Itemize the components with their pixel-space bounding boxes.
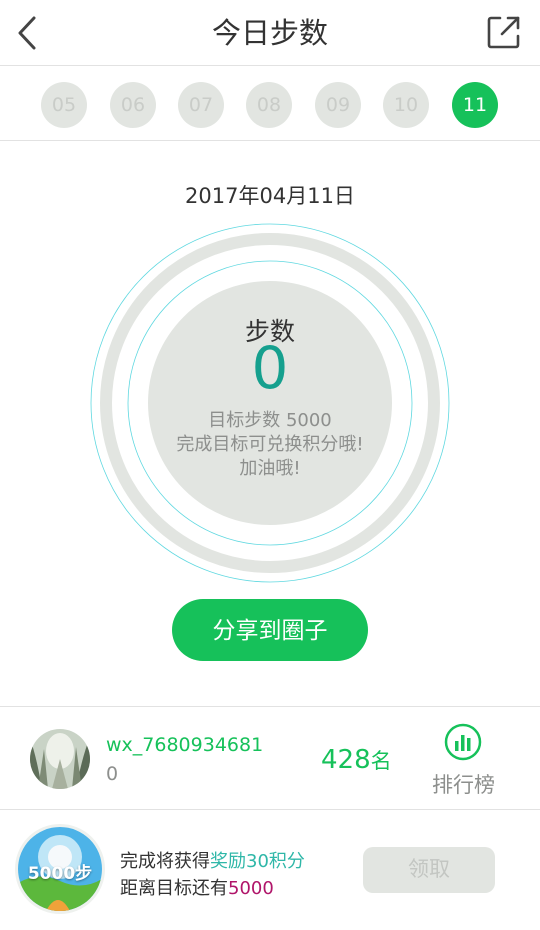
user-steps: 0 xyxy=(106,763,119,785)
day-09[interactable]: 09 xyxy=(315,82,361,128)
progress-ring-graphic xyxy=(90,223,450,583)
day-07[interactable]: 07 xyxy=(178,82,224,128)
rank-unit: 名 xyxy=(370,749,392,773)
goal-hint: 完成目标可兑换积分哦! xyxy=(176,434,364,455)
remaining-line: 距离目标还有5000 xyxy=(120,874,274,900)
username: wx_7680934681 xyxy=(106,734,264,756)
reward-line: 完成将获得奖励30积分 xyxy=(120,847,305,873)
step-progress-ring: 步数 0 目标步数 5000 完成目标可兑换积分哦! 加油哦! xyxy=(89,222,451,584)
leaderboard-icon[interactable] xyxy=(444,723,482,761)
day-selector: 05 06 07 08 09 10 11 xyxy=(0,66,540,141)
day-06[interactable]: 06 xyxy=(110,82,156,128)
rank-number: 428 xyxy=(321,745,371,775)
leaderboard-link[interactable]: 排行榜 xyxy=(432,769,495,799)
badge-label: 5000步 xyxy=(27,864,93,884)
reward-points: 奖励30积分 xyxy=(210,851,305,872)
share-to-circle-button[interactable]: 分享到圈子 xyxy=(172,599,368,661)
day-08[interactable]: 08 xyxy=(246,82,292,128)
rank-position: 428名 xyxy=(321,745,392,775)
external-share-icon xyxy=(487,16,520,49)
remaining-prefix: 距离目标还有 xyxy=(120,878,228,899)
page-title: 今日步数 xyxy=(211,16,328,50)
claim-button[interactable]: 领取 xyxy=(363,847,495,893)
share-button[interactable] xyxy=(486,14,522,50)
remaining-steps: 5000 xyxy=(228,878,274,899)
top-bar: 今日步数 xyxy=(0,0,540,66)
reward-row: 5000步 完成将获得奖励30积分 距离目标还有5000 领取 xyxy=(0,811,540,930)
day-05[interactable]: 05 xyxy=(41,82,87,128)
cheer-text: 加油哦! xyxy=(239,458,301,479)
day-11[interactable]: 11 xyxy=(452,82,498,128)
steps-value: 0 xyxy=(251,334,289,402)
day-10[interactable]: 10 xyxy=(383,82,429,128)
ranking-row[interactable]: wx_7680934681 0 428名 排行榜 xyxy=(0,706,540,810)
goal-steps: 目标步数 5000 xyxy=(208,410,332,431)
avatar xyxy=(30,729,90,789)
goal-badge: 5000步 xyxy=(15,824,105,914)
current-date: 2017年04月11日 xyxy=(185,184,355,208)
reward-prefix: 完成将获得 xyxy=(120,851,210,872)
